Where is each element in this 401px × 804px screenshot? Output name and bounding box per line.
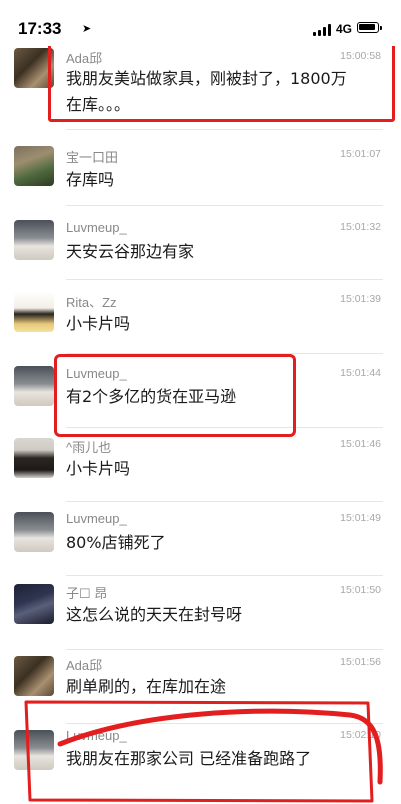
battery-icon [357, 22, 382, 33]
sender-name: Luvmeup_ [66, 728, 127, 743]
message-text: 小卡片吗 [66, 314, 131, 333]
status-bar: 17:33 ➤ 4G [0, 0, 401, 46]
message-text: 天安云谷那边有家 [66, 242, 195, 261]
avatar[interactable] [14, 220, 54, 260]
message-time: 15:01:44 [340, 367, 381, 379]
avatar[interactable] [14, 656, 54, 696]
sender-name: Ada邱 [66, 658, 103, 673]
message-time: 15:01:39 [340, 293, 381, 305]
divider [66, 129, 383, 130]
network-label: 4G [336, 22, 353, 36]
avatar[interactable] [14, 512, 54, 552]
message-text: 刷单刷的，在库加在途 [66, 677, 227, 696]
chat-message[interactable]: ^雨儿也 15:01:46 小卡片吗 [0, 428, 401, 502]
avatar[interactable] [14, 438, 54, 478]
location-arrow-icon: ➤ [82, 22, 92, 35]
sender-name: 子☐ 昂 [66, 586, 108, 601]
chat-message[interactable]: Luvmeup_ 15:01:32 天安云谷那边有家 [0, 206, 401, 280]
message-time: 15:01:46 [340, 438, 381, 450]
avatar[interactable] [14, 730, 54, 770]
sender-name: 宝一口田 [66, 150, 119, 165]
message-text: 存库吗 [66, 170, 115, 189]
message-text: 这怎么说的天天在封号呀 [66, 605, 243, 624]
highlight-box [54, 354, 296, 437]
message-text: 我朋友在那家公司 已经准备跑路了 [66, 749, 312, 768]
chat-message[interactable]: Rita、Zz 15:01:39 小卡片吗 [0, 280, 401, 354]
message-time: 15:02:10 [340, 729, 381, 741]
avatar[interactable] [14, 366, 54, 406]
message-text: 80%店铺死了 [66, 533, 166, 552]
highlight-box [48, 42, 395, 122]
message-time: 15:01:56 [340, 656, 381, 668]
chat-message[interactable]: Ada邱 15:01:56 刷单刷的，在库加在途 [0, 650, 401, 724]
avatar[interactable] [14, 292, 54, 332]
message-time: 15:01:49 [340, 512, 381, 524]
signal-icon [313, 24, 331, 36]
sender-name: Rita、Zz [66, 295, 117, 310]
message-text: 小卡片吗 [66, 459, 131, 478]
avatar[interactable] [14, 584, 54, 624]
chat-message[interactable]: 子☐ 昂 15:01:50 这怎么说的天天在封号呀 [0, 576, 401, 650]
sender-name: Luvmeup_ [66, 511, 127, 526]
message-time: 15:01:32 [340, 221, 381, 233]
chat-message[interactable]: Luvmeup_ 15:02:10 我朋友在那家公司 已经准备跑路了 [0, 724, 401, 804]
status-time: 17:33 [18, 19, 62, 38]
avatar[interactable] [14, 146, 54, 186]
sender-name: ^雨儿也 [66, 440, 112, 455]
message-time: 15:01:07 [340, 148, 381, 160]
sender-name: Luvmeup_ [66, 220, 127, 235]
message-time: 15:01:50 [340, 584, 381, 596]
chat-message[interactable]: 宝一口田 15:01:07 存库吗 [0, 132, 401, 206]
chat-message[interactable]: Luvmeup_ 15:01:49 80%店铺死了 [0, 502, 401, 576]
